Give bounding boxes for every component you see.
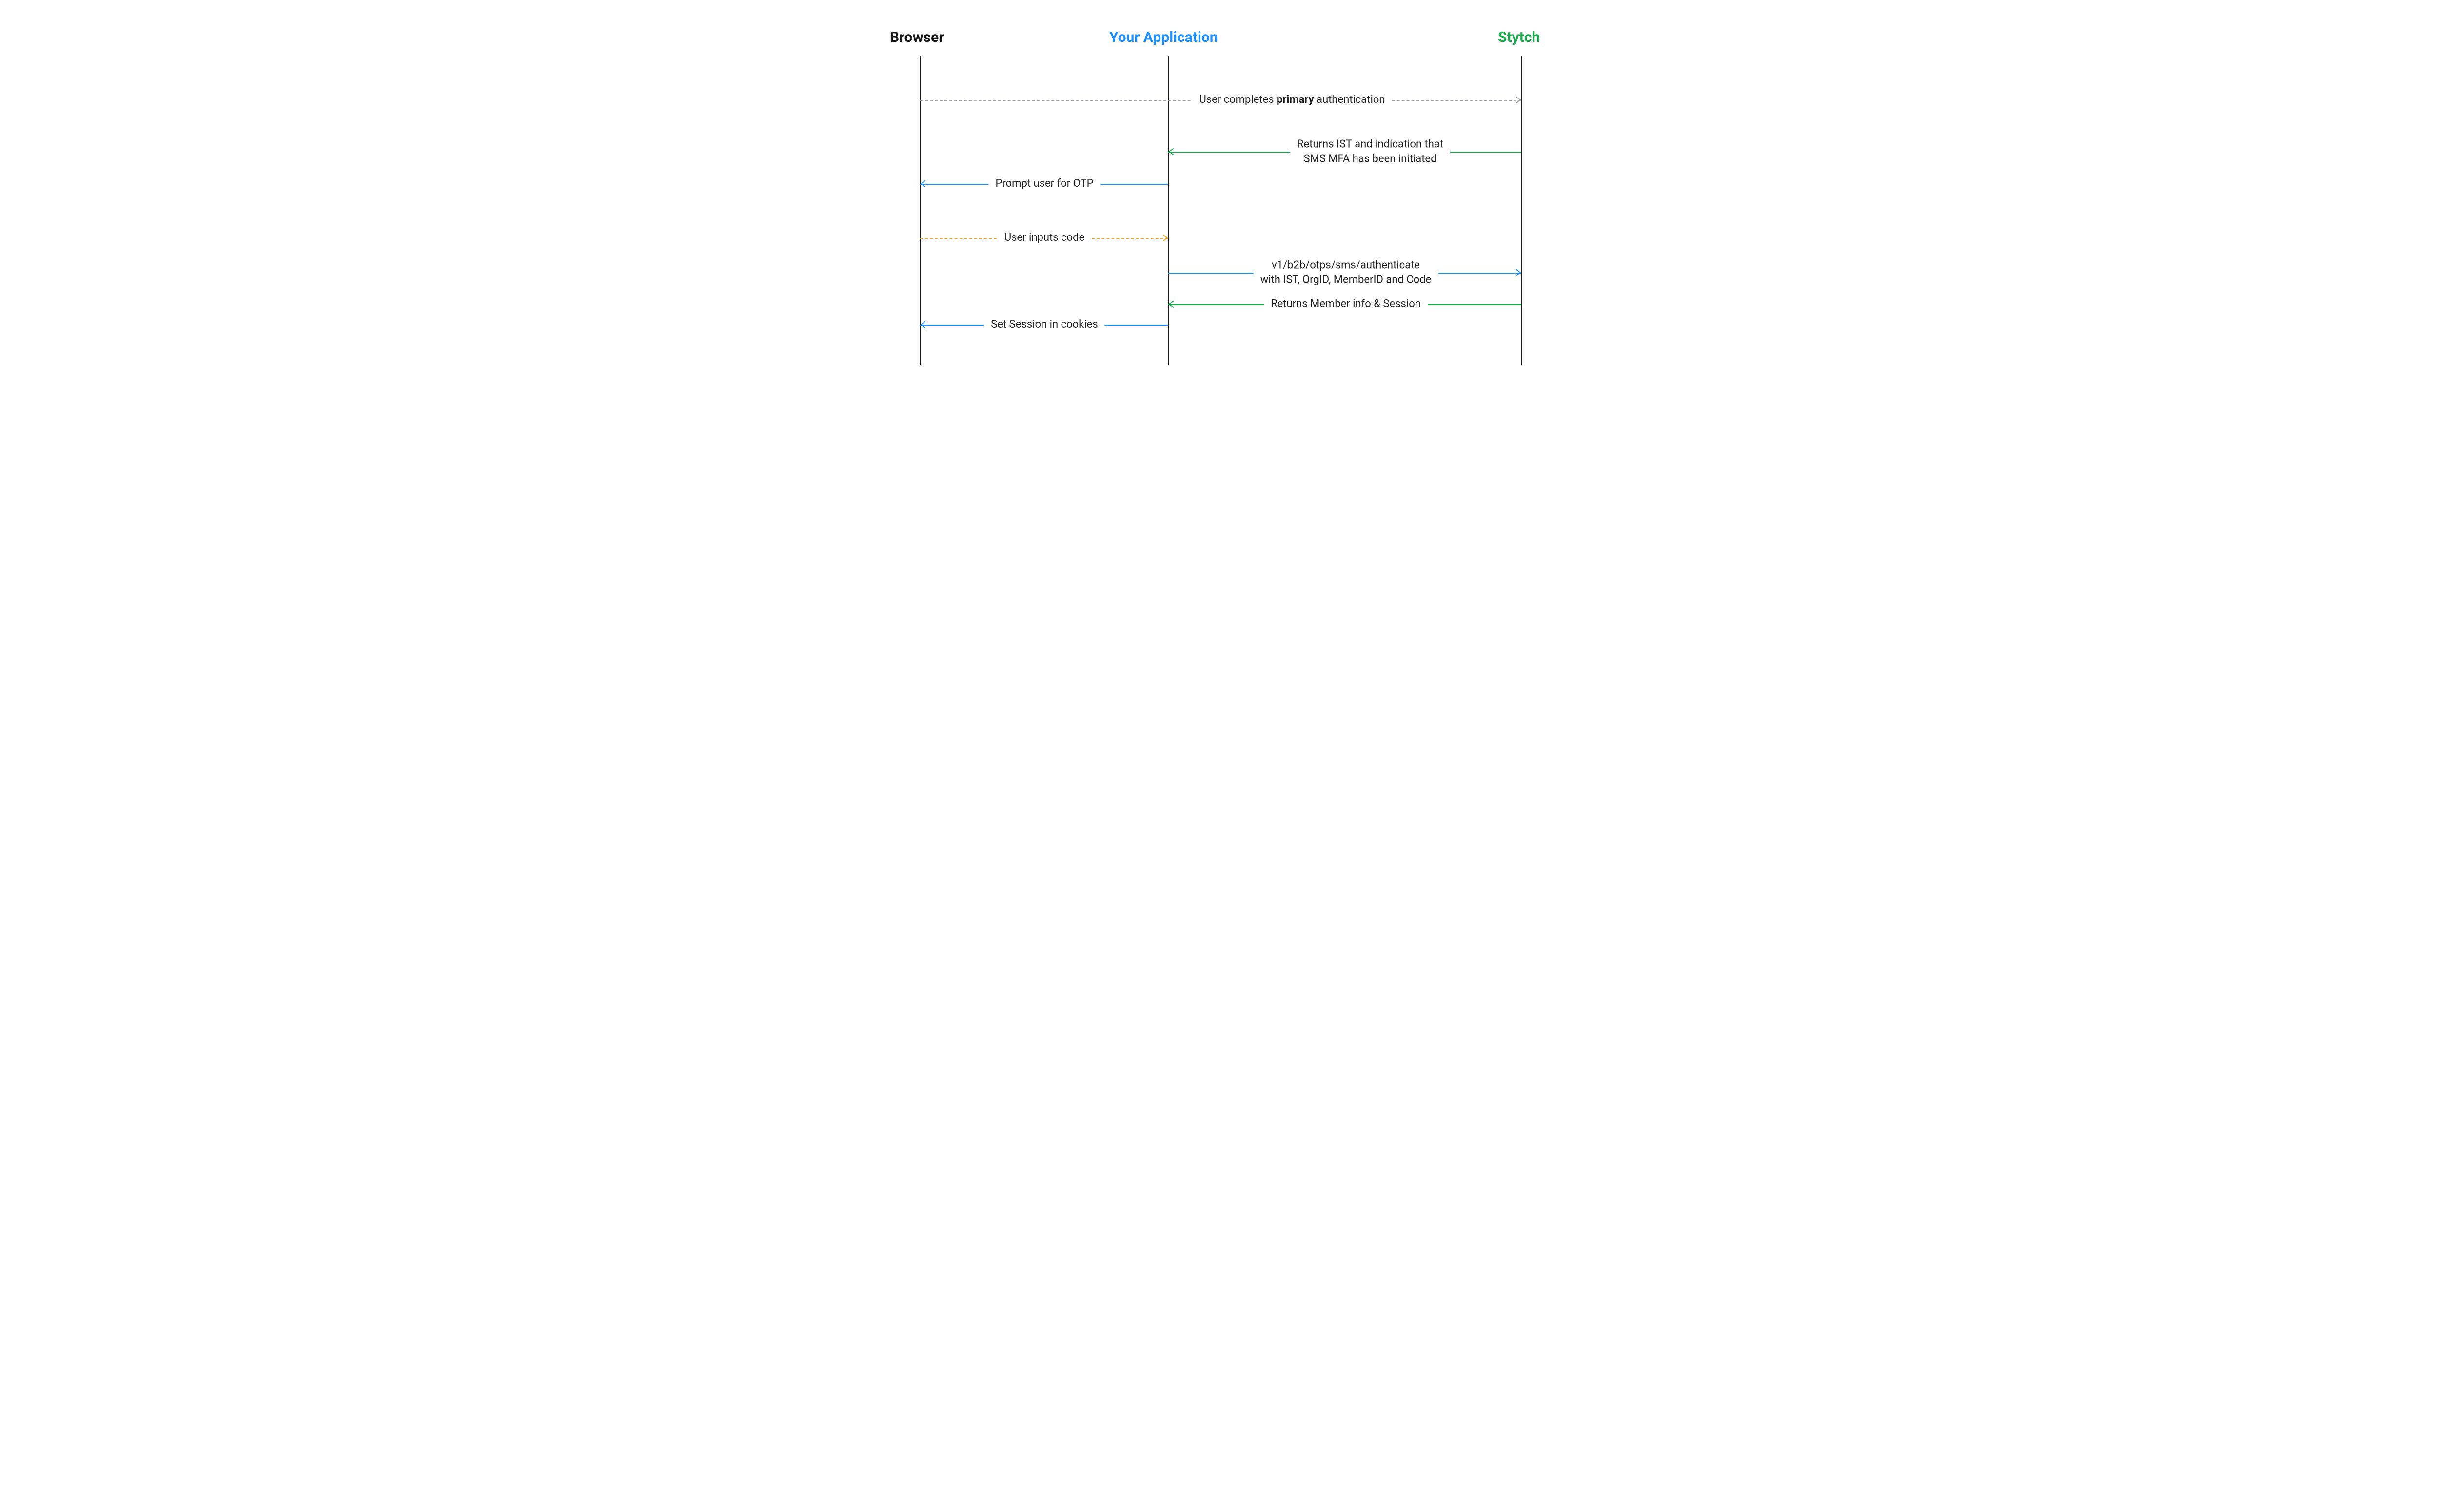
- message-label: Set Session in cookies: [984, 317, 1104, 332]
- message-label: User completes primary authentication: [1193, 93, 1392, 107]
- lifeline-app: [1168, 56, 1169, 365]
- participant-your-application: Your Application: [1109, 30, 1218, 45]
- message-label: Returns IST and indication thatSMS MFA h…: [1290, 137, 1450, 166]
- message-label: Prompt user for OTP: [989, 177, 1101, 191]
- message-label: User inputs code: [998, 231, 1091, 245]
- lifeline-stytch: [1521, 56, 1522, 365]
- participant-stytch: Stytch: [1498, 30, 1540, 45]
- lifeline-browser: [920, 56, 921, 365]
- message-label: v1/b2b/otps/sms/authenticatewith IST, Or…: [1254, 258, 1438, 287]
- sequence-diagram: Browser Your Application Stytch User com…: [853, 0, 1585, 403]
- message-label: Returns Member info & Session: [1264, 297, 1428, 312]
- participant-browser: Browser: [890, 30, 944, 45]
